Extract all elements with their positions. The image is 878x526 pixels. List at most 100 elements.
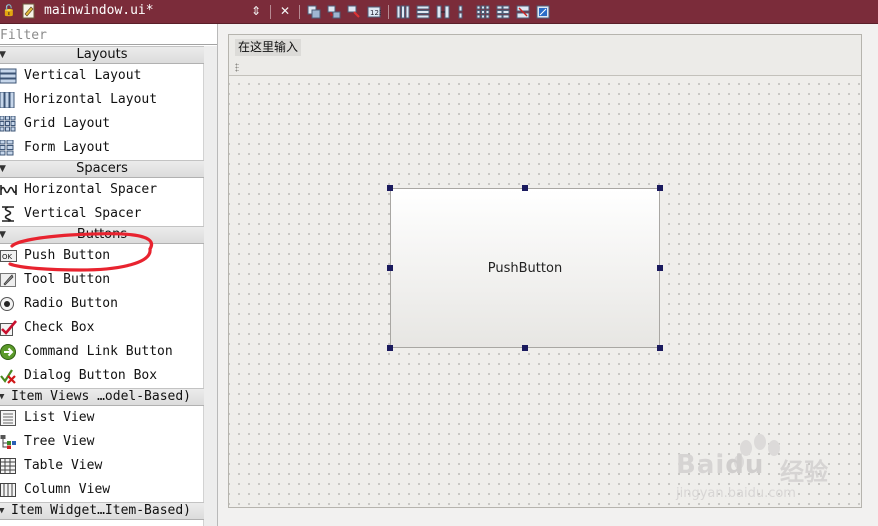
widget-label: Horizontal Spacer xyxy=(24,182,158,197)
widget-label: Tool Button xyxy=(24,272,111,287)
widget-label: Dialog Button Box xyxy=(24,368,158,383)
ui-file-icon xyxy=(22,3,35,19)
vertical-layout-icon xyxy=(0,68,17,84)
unlock-icon[interactable]: 🔓 xyxy=(2,4,16,17)
svg-text:123: 123 xyxy=(370,9,381,17)
widget-vertical-layout[interactable]: Vertical Layout xyxy=(0,64,204,88)
selection-handle-bl[interactable] xyxy=(387,345,393,351)
category-spacers[interactable]: ▼ Spacers xyxy=(0,160,204,178)
horizontal-layout-icon xyxy=(0,92,15,108)
edit-signals-icon[interactable] xyxy=(324,2,344,21)
widget-radio-button[interactable]: Radio Button xyxy=(0,292,204,316)
widget-label: List View xyxy=(24,410,95,425)
layout-grid-icon[interactable] xyxy=(473,2,493,21)
edit-tab-order-icon[interactable]: 123 xyxy=(364,2,384,21)
collapse-arrow-icon[interactable]: ▼ xyxy=(0,227,6,243)
widget-box-panel: ▼ Layouts Vertical Layout Horizontal Lay… xyxy=(0,24,218,526)
watermark-brand: Baidu xyxy=(676,450,765,480)
form-menubar: 在这里输入 xyxy=(229,35,861,60)
widget-command-link-button[interactable]: Command Link Button xyxy=(0,340,204,364)
widget-vertical-spacer[interactable]: Vertical Spacer xyxy=(0,202,204,226)
check-box-icon xyxy=(0,320,17,336)
widget-table-view[interactable]: Table View xyxy=(0,454,204,478)
adjust-size-icon[interactable] xyxy=(533,2,553,21)
widget-tool-button[interactable]: Tool Button xyxy=(0,268,204,292)
category-label: Item Widget…Item-Based) xyxy=(11,503,192,518)
menu-type-here[interactable]: 在这里输入 xyxy=(235,39,302,56)
selection-handle-mr[interactable] xyxy=(657,265,663,271)
arrows-updown-icon[interactable]: ⇕ xyxy=(246,2,266,21)
radio-button-icon xyxy=(0,297,14,311)
collapse-arrow-icon[interactable]: ▼ xyxy=(0,161,6,177)
selection-handle-ml[interactable] xyxy=(387,265,393,271)
vertical-spacer-icon xyxy=(2,206,14,222)
file-tab-title[interactable]: mainwindow.ui* xyxy=(44,3,154,19)
category-buttons[interactable]: ▼ Buttons xyxy=(0,226,204,244)
widget-label: Horizontal Layout xyxy=(24,92,158,107)
widget-label: Tree View xyxy=(24,434,95,449)
edit-widgets-icon[interactable] xyxy=(304,2,324,21)
collapse-arrow-icon[interactable]: ▼ xyxy=(0,47,6,63)
form-toolbar xyxy=(229,59,861,76)
watermark-url: jingyan.baidu.com xyxy=(676,486,796,501)
selection-handle-tc[interactable] xyxy=(522,185,528,191)
category-item-widgets[interactable]: ▼ Item Widget…Item-Based) xyxy=(0,502,204,520)
close-icon[interactable]: ✕ xyxy=(275,2,295,21)
toolbar-separator xyxy=(270,4,271,19)
dialog-button-box-icon xyxy=(0,369,16,384)
widget-label: Grid Layout xyxy=(24,116,111,131)
widget-tree-view[interactable]: Tree View xyxy=(0,430,204,454)
grid-layout-icon xyxy=(0,116,16,132)
collapse-arrow-icon[interactable]: ▼ xyxy=(0,503,4,519)
category-item-views[interactable]: ▼ Item Views …odel-Based) xyxy=(0,388,204,406)
widget-dialog-button-box[interactable]: Dialog Button Box xyxy=(0,364,204,388)
layout-horizontal-icon[interactable] xyxy=(393,2,413,21)
toolbar-grip-icon[interactable] xyxy=(235,63,239,72)
widget-form-layout[interactable]: Form Layout xyxy=(0,136,204,160)
table-view-icon xyxy=(0,458,16,474)
widget-label: Command Link Button xyxy=(24,344,173,359)
widget-list-view[interactable]: List View xyxy=(0,406,204,430)
break-layout-icon[interactable] xyxy=(513,2,533,21)
layout-form-icon[interactable] xyxy=(493,2,513,21)
widget-check-box[interactable]: Check Box xyxy=(0,316,204,340)
list-view-icon xyxy=(0,410,16,426)
category-label: Layouts xyxy=(76,47,128,62)
selection-handle-bc[interactable] xyxy=(522,345,528,351)
widget-horizontal-layout[interactable]: Horizontal Layout xyxy=(0,88,204,112)
filter-input[interactable] xyxy=(0,25,200,46)
designer-titlebar: 🔓 mainwindow.ui* ⇕ ✕ 123 xyxy=(0,0,878,24)
push-button-widget[interactable]: PushButton xyxy=(390,188,660,348)
widget-column-view[interactable]: Column View xyxy=(0,478,204,502)
watermark-cn: 经验 xyxy=(780,458,828,486)
layout-vertical-splitter-icon[interactable] xyxy=(453,2,473,21)
category-label: Spacers xyxy=(76,161,128,176)
selection-handle-br[interactable] xyxy=(657,345,663,351)
selection-handle-tl[interactable] xyxy=(387,185,393,191)
push-button-icon: OK xyxy=(0,250,17,262)
widget-label: Push Button xyxy=(24,248,111,263)
widget-label: Vertical Layout xyxy=(24,68,142,83)
collapse-arrow-icon[interactable]: ▼ xyxy=(0,389,4,405)
widget-label: Table View xyxy=(24,458,103,473)
layout-horizontal-splitter-icon[interactable] xyxy=(433,2,453,21)
selection-handle-tr[interactable] xyxy=(657,185,663,191)
toolbar-separator xyxy=(299,4,300,19)
widget-box-scrollbar[interactable] xyxy=(203,46,217,526)
widget-label: Vertical Spacer xyxy=(24,206,142,221)
column-view-icon xyxy=(0,483,16,497)
horizontal-spacer-icon xyxy=(0,185,17,195)
widget-grid-layout[interactable]: Grid Layout xyxy=(0,112,204,136)
layout-vertical-icon[interactable] xyxy=(413,2,433,21)
widget-push-button[interactable]: OK Push Button xyxy=(0,244,204,268)
form-layout-icon xyxy=(0,140,14,156)
command-link-arrow-icon xyxy=(0,344,16,360)
category-layouts[interactable]: ▼ Layouts xyxy=(0,46,204,64)
category-label: Buttons xyxy=(76,227,128,242)
category-label: Item Views …odel-Based) xyxy=(11,389,192,404)
widget-label: Column View xyxy=(24,482,111,497)
widget-list: ▼ Layouts Vertical Layout Horizontal Lay… xyxy=(0,46,204,520)
widget-horizontal-spacer[interactable]: Horizontal Spacer xyxy=(0,178,204,202)
edit-buddies-icon[interactable] xyxy=(344,2,364,21)
tree-view-icon xyxy=(0,435,16,449)
